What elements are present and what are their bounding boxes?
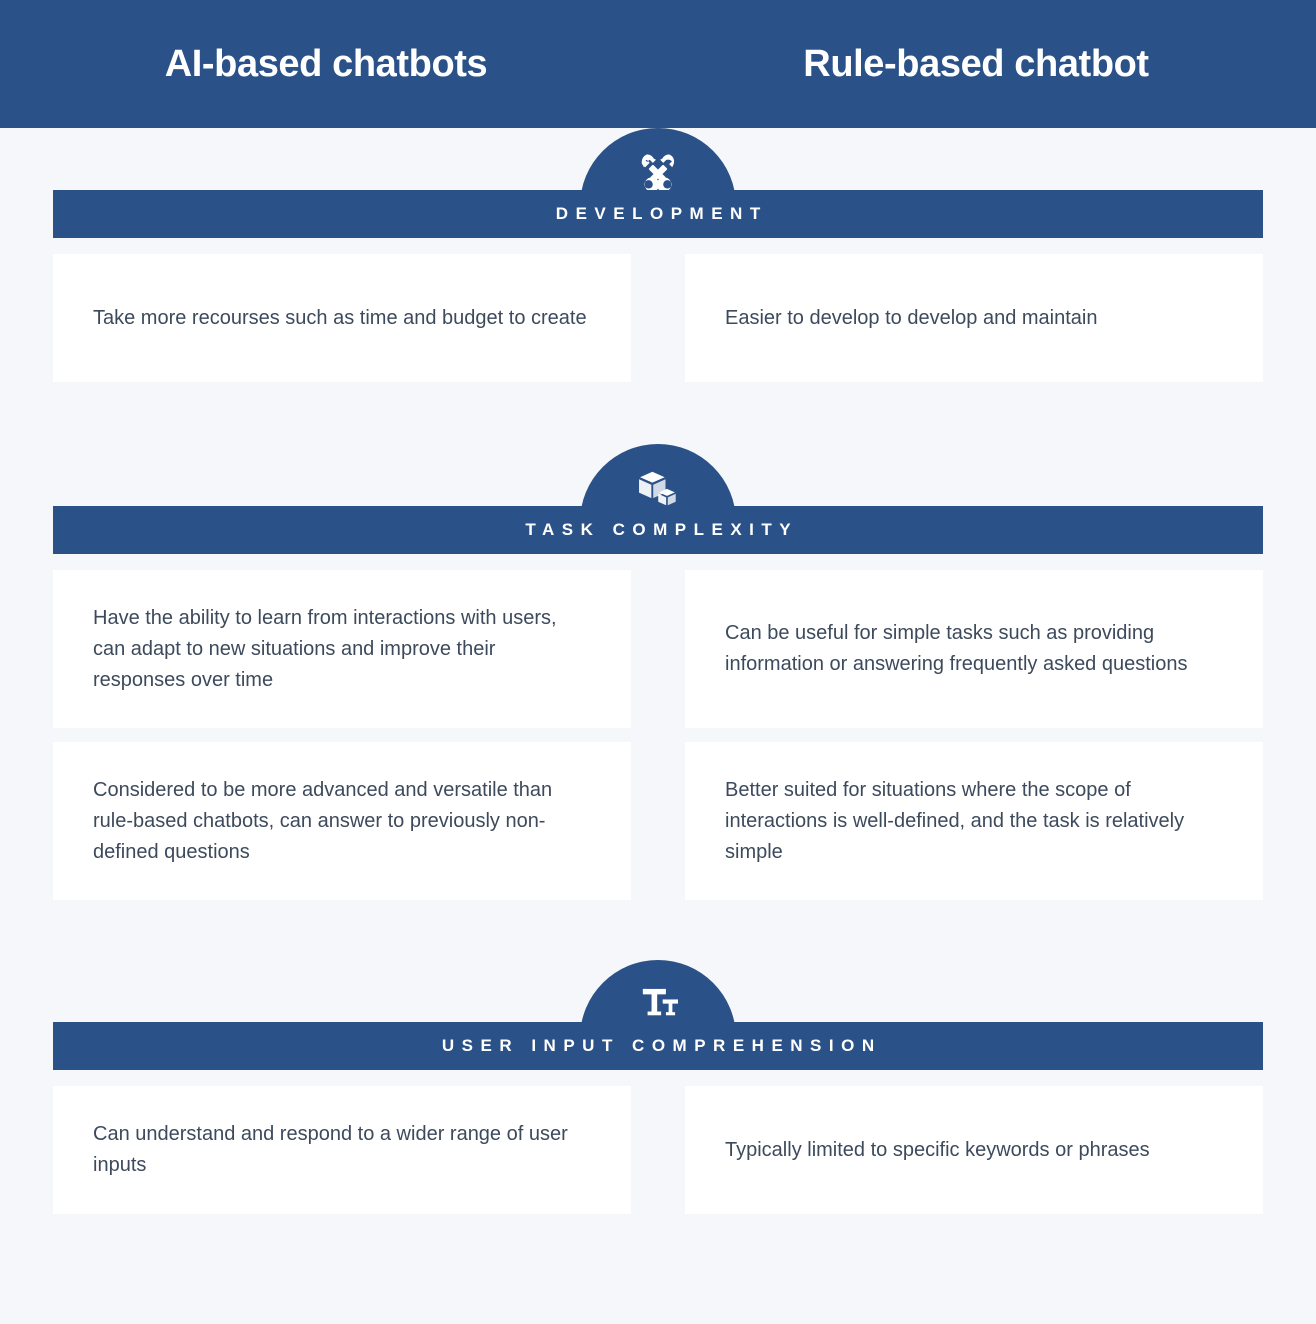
section-label-user-input-comprehension: USER INPUT COMPREHENSION <box>441 1036 882 1055</box>
section-band-user-input-comprehension: USER INPUT COMPREHENSION <box>0 960 1316 1070</box>
card-row: Take more recourses such as time and bud… <box>53 254 1263 382</box>
bottom-spacer <box>0 1214 1316 1276</box>
card-text: Better suited for situations where the s… <box>725 778 1185 863</box>
card-ai-development-1: Take more recourses such as time and bud… <box>53 254 631 382</box>
card-rule-task-complexity-1: Can be useful for simple tasks such as p… <box>685 570 1263 728</box>
card-text: Easier to develop to develop and maintai… <box>725 306 1098 329</box>
section-bar-task-complexity: TASK COMPLEXITY <box>53 506 1263 554</box>
boxes-icon <box>633 462 683 512</box>
card-ai-task-complexity-1: Have the ability to learn from interacti… <box>53 570 631 728</box>
section-user-input-comprehension: USER INPUT COMPREHENSION Can understand … <box>0 960 1316 1214</box>
section-bar-development: DEVELOPMENT <box>53 190 1263 238</box>
text-size-icon <box>633 978 683 1028</box>
card-ai-task-complexity-2: Considered to be more advanced and versa… <box>53 742 631 900</box>
top-header: AI-based chatbots Rule-based chatbot <box>0 0 1316 128</box>
section-development: DEVELOPMENT Take more recourses such as … <box>0 128 1316 382</box>
rows-development: Take more recourses such as time and bud… <box>0 238 1316 382</box>
section-task-complexity: TASK COMPLEXITY Have the ability to lear… <box>0 444 1316 900</box>
rows-task-complexity: Have the ability to learn from interacti… <box>0 554 1316 900</box>
section-band-development: DEVELOPMENT <box>0 128 1316 238</box>
card-row: Have the ability to learn from interacti… <box>53 570 1263 728</box>
header-column-left: AI-based chatbots <box>0 43 658 86</box>
card-text: Considered to be more advanced and versa… <box>93 778 553 863</box>
card-text: Have the ability to learn from interacti… <box>93 606 557 691</box>
card-text: Can understand and respond to a wider ra… <box>93 1123 568 1176</box>
card-rule-development-1: Easier to develop to develop and maintai… <box>685 254 1263 382</box>
section-label-development: DEVELOPMENT <box>555 204 768 223</box>
section-label-task-complexity: TASK COMPLEXITY <box>525 520 799 539</box>
card-row: Considered to be more advanced and versa… <box>53 742 1263 900</box>
card-rule-user-input-1: Typically limited to specific keywords o… <box>685 1086 1263 1214</box>
card-text: Typically limited to specific keywords o… <box>725 1138 1150 1161</box>
card-text: Can be useful for simple tasks such as p… <box>725 622 1188 675</box>
section-bar-user-input-comprehension: USER INPUT COMPREHENSION <box>53 1022 1263 1070</box>
sections-container: DEVELOPMENT Take more recourses such as … <box>0 128 1316 1276</box>
header-column-right: Rule-based chatbot <box>658 43 1316 86</box>
header-title-rule-based: Rule-based chatbot <box>803 42 1149 85</box>
card-text: Take more recourses such as time and bud… <box>93 306 587 329</box>
header-title-ai-based: AI-based chatbots <box>164 42 488 85</box>
rows-user-input-comprehension: Can understand and respond to a wider ra… <box>0 1070 1316 1214</box>
card-row: Can understand and respond to a wider ra… <box>53 1086 1263 1214</box>
comparison-infographic: AI-based chatbots Rule-based chatbot DEV… <box>0 0 1316 1324</box>
card-ai-user-input-1: Can understand and respond to a wider ra… <box>53 1086 631 1214</box>
card-rule-task-complexity-2: Better suited for situations where the s… <box>685 742 1263 900</box>
section-band-task-complexity: TASK COMPLEXITY <box>0 444 1316 554</box>
